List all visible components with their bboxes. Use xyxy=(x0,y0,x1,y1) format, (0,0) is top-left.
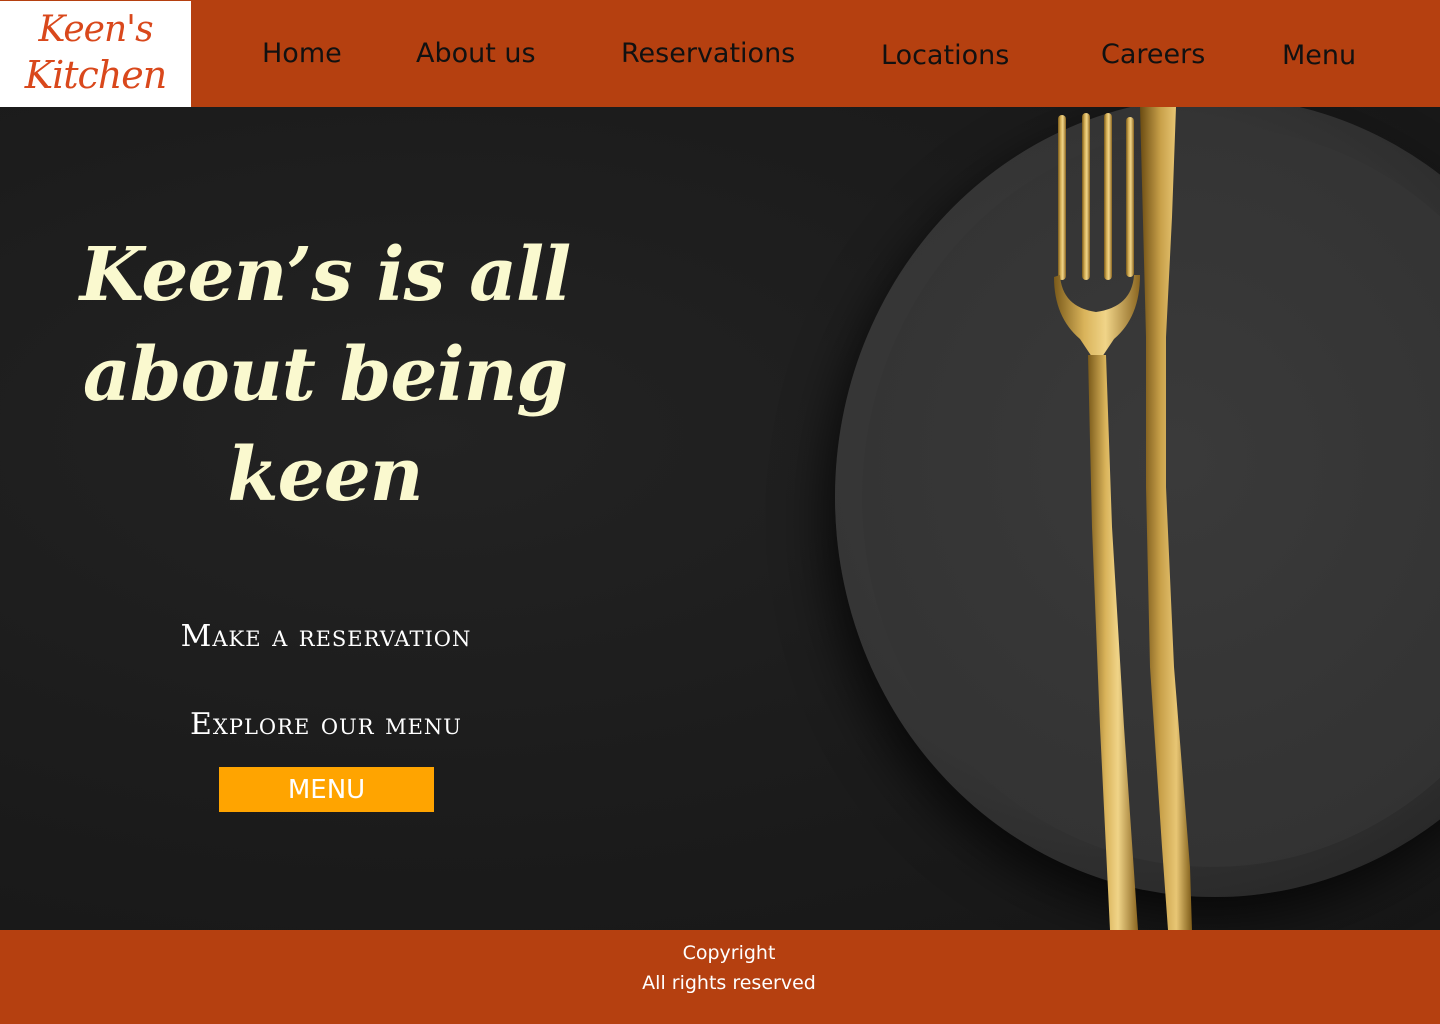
nav-reservations[interactable]: Reservations xyxy=(621,38,795,69)
headline-line-1: Keen’s is all xyxy=(79,232,572,318)
nav-home[interactable]: Home xyxy=(262,38,342,69)
footer: Copyright All rights reserved xyxy=(0,930,1440,1024)
nav-menu[interactable]: Menu xyxy=(1282,40,1356,71)
gold-cutlery-image xyxy=(1054,107,1192,930)
menu-button[interactable]: MENU xyxy=(219,767,434,812)
logo-line-2: Kitchen xyxy=(24,53,168,97)
footer-copyright: Copyright xyxy=(682,942,776,964)
nav-careers[interactable]: Careers xyxy=(1101,39,1205,70)
header-bar: Keen's Kitchen Home About us Reservation… xyxy=(0,0,1440,107)
explore-menu-text: Explore our menu xyxy=(190,707,462,742)
footer-rights: All rights reserved xyxy=(642,972,816,994)
logo-line-1: Keen's xyxy=(38,9,153,50)
headline-line-2: about being xyxy=(82,332,568,418)
hero-headline: Keen’s is all about being keen xyxy=(60,225,590,525)
headline-line-3: keen xyxy=(227,432,423,518)
make-reservation-link[interactable]: Make a reservation xyxy=(100,619,552,654)
logo[interactable]: Keen's Kitchen xyxy=(0,1,191,107)
nav-about-us[interactable]: About us xyxy=(416,38,536,69)
page: Keen's Kitchen Home About us Reservation… xyxy=(0,0,1440,1024)
hero-section: Keen’s is all about being keen Make a re… xyxy=(0,107,1440,930)
logo-wordmark: Keen's Kitchen xyxy=(0,1,191,107)
nav-locations[interactable]: Locations xyxy=(881,40,1009,71)
